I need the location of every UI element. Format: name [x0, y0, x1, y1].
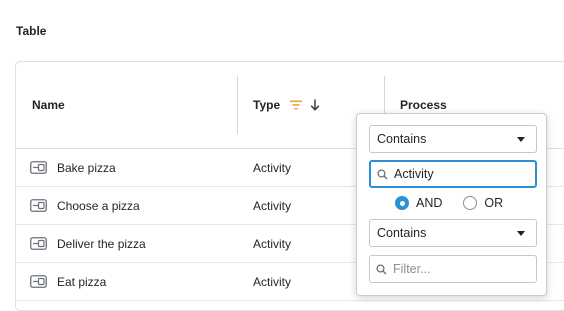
- radio-checked-icon[interactable]: [395, 196, 409, 210]
- activity-icon: [30, 161, 47, 174]
- row-type: Activity: [253, 236, 292, 251]
- radio-and-label: AND: [416, 196, 443, 210]
- row-type: Activity: [253, 160, 292, 175]
- condition-select-value: Contains: [377, 132, 427, 146]
- column-header-type-label: Type: [253, 98, 281, 112]
- filter-lines-icon[interactable]: [290, 100, 303, 110]
- column-header-process-label: Process: [400, 98, 447, 112]
- activity-icon: [30, 275, 47, 288]
- arrow-down-icon[interactable]: [310, 99, 320, 111]
- row-type: Activity: [253, 274, 292, 289]
- row-type: Activity: [253, 198, 292, 213]
- filter-input-field-2[interactable]: [369, 255, 537, 283]
- radio-or[interactable]: OR: [463, 196, 503, 210]
- activity-icon: [30, 237, 47, 250]
- column-header-process[interactable]: Process: [400, 98, 447, 112]
- column-header-type[interactable]: Type: [253, 98, 320, 112]
- condition-select-2[interactable]: Contains: [369, 219, 537, 247]
- column-resize-handle[interactable]: [237, 76, 238, 134]
- filter-input[interactable]: [394, 167, 529, 181]
- caret-down-icon: [517, 231, 525, 236]
- row-name: Deliver the pizza: [57, 236, 146, 251]
- row-name: Bake pizza: [57, 160, 116, 175]
- radio-or-label: OR: [484, 196, 504, 210]
- condition-select[interactable]: Contains: [369, 125, 537, 153]
- search-icon: [377, 168, 388, 180]
- condition-select-value: Contains: [377, 226, 427, 240]
- column-header-name[interactable]: Name: [32, 98, 65, 112]
- radio-and[interactable]: AND: [395, 196, 442, 210]
- caret-down-icon: [517, 137, 525, 142]
- row-name: Choose a pizza: [57, 198, 140, 213]
- row-name: Eat pizza: [57, 274, 107, 289]
- radio-unchecked-icon[interactable]: [463, 196, 478, 210]
- filter-popover: Contains AND OR Contains: [356, 113, 547, 296]
- search-icon: [376, 263, 387, 275]
- section-title: Table: [16, 24, 47, 38]
- column-header-name-label: Name: [32, 98, 65, 112]
- activity-icon: [30, 199, 47, 212]
- filter-input-field[interactable]: [369, 160, 537, 188]
- logic-radio-group: AND OR: [395, 196, 503, 210]
- filter-input-2[interactable]: [393, 262, 528, 276]
